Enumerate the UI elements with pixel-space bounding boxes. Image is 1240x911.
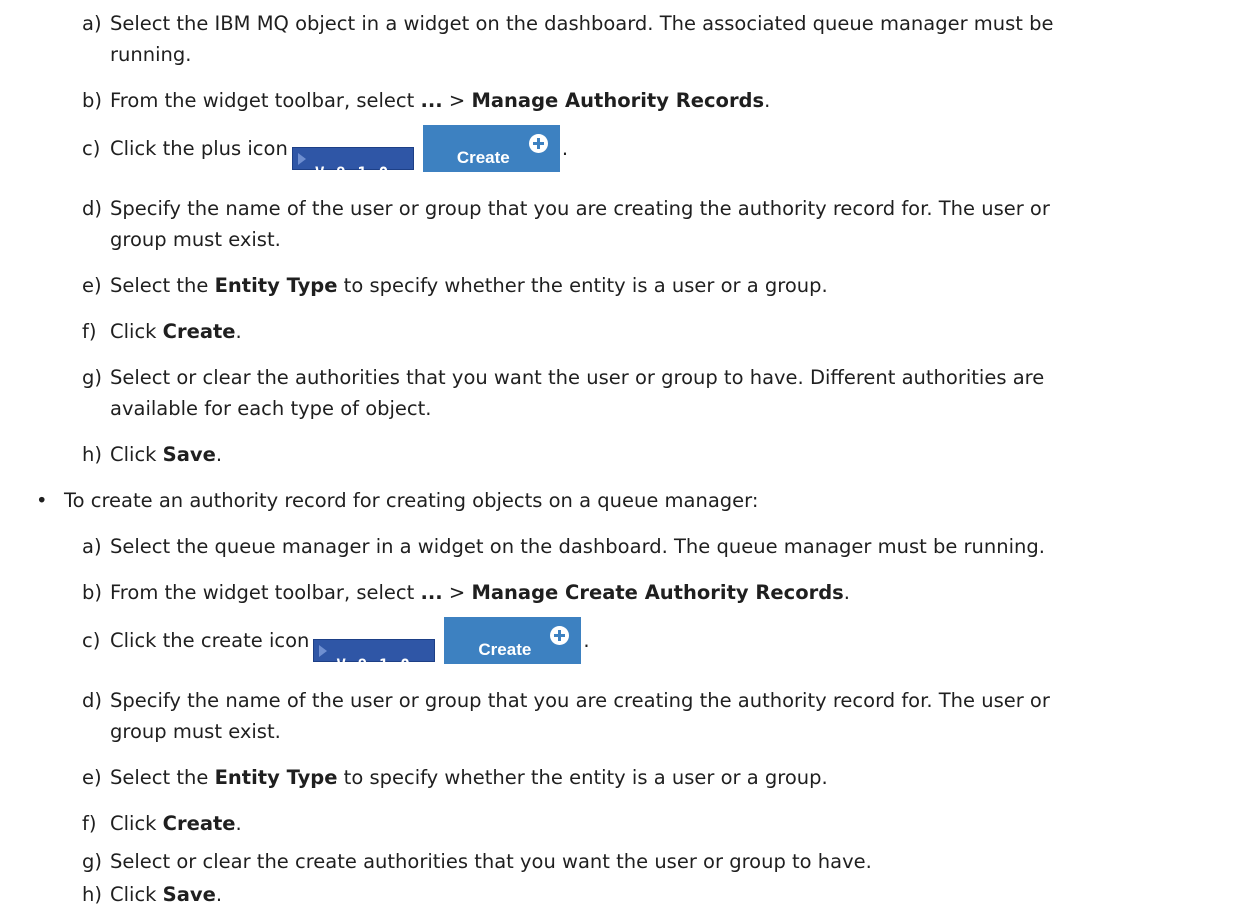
create-button[interactable]: Create (444, 617, 582, 664)
step-1c: c) Click the plus icon V 9.1.0 Create . (82, 125, 1232, 182)
step-text: Select the (110, 766, 215, 789)
bullet-text: To create an authority record for creati… (64, 489, 759, 512)
step-letter: a) (82, 535, 102, 558)
play-triangle-icon (297, 153, 306, 165)
plus-circle-icon (550, 626, 570, 645)
step-text: Click (110, 443, 163, 466)
version-badge: V 9.1.0 (313, 639, 436, 674)
separator: > (442, 89, 472, 112)
button-name: Create (162, 320, 236, 343)
punctuation: . (583, 629, 590, 652)
document-page: a) Select the IBM MQ object in a widget o… (0, 0, 1240, 911)
menu-item-label: Manage Authority Records (471, 89, 765, 112)
inline-screenshot: V 9.1.0 Create . (291, 125, 768, 182)
step-letter: f) (82, 812, 97, 835)
step-2f: f) Click Create. (82, 808, 1232, 839)
step-letter: d) (82, 197, 102, 220)
punctuation: . (843, 581, 850, 604)
version-badge: V 9.1.0 (291, 147, 414, 182)
button-name: Save (162, 443, 216, 466)
step-2a: a) Select the queue manager in a widget o… (82, 531, 1232, 562)
ellipsis-menu-label: ... (420, 581, 443, 604)
step-letter: b) (82, 89, 102, 112)
step-1f: f) Click Create. (82, 316, 1232, 347)
punctuation: . (215, 443, 223, 466)
step-2g: g) Select or clear the create authorities… (82, 846, 1232, 877)
step-2c: c) Click the create icon V 9.1.0 Create . (82, 617, 1232, 674)
step-text: Select or clear the create authorities t… (110, 850, 872, 873)
step-text: Select the IBM MQ object in a widget on … (110, 12, 1054, 35)
inline-screenshot: V 9.1.0 Create . (313, 617, 789, 674)
bullet-dot: • (36, 489, 48, 512)
step-letter: g) (82, 366, 102, 389)
plus-circle-icon (528, 134, 548, 153)
menu-item-label: Manage Create Authority Records (471, 581, 844, 604)
step-text: Select or clear the authorities that you… (110, 366, 1045, 389)
step-text: Select the (110, 274, 215, 297)
step-letter: h) (82, 883, 102, 906)
step-letter: e) (82, 274, 102, 297)
step-text: Specify the name of the user or group th… (110, 197, 1050, 220)
field-name: Entity Type (214, 274, 338, 297)
step-letter: c) (82, 137, 101, 160)
step-1e: e) Select the Entity Type to specify whet… (82, 270, 1232, 301)
separator: > (442, 581, 472, 604)
version-label: V 9.1.0 (314, 163, 390, 182)
play-triangle-icon (319, 645, 328, 657)
step-letter: h) (82, 443, 102, 466)
punctuation: . (235, 320, 242, 343)
create-button[interactable]: Create (422, 125, 560, 172)
step-1a: a) Select the IBM MQ object in a widget o… (82, 8, 1232, 70)
step-text-continued: available for each type of object. (110, 397, 432, 420)
step-1d: d) Specify the name of the user or group … (82, 193, 1232, 255)
step-letter: f) (82, 320, 97, 343)
create-button-label: Create (478, 640, 532, 659)
button-name: Save (162, 883, 216, 906)
punctuation: . (764, 89, 771, 112)
punctuation: . (235, 812, 242, 835)
step-text: to specify whether the entity is a user … (337, 766, 828, 789)
step-text-continued: running. (110, 43, 192, 66)
punctuation: . (215, 883, 223, 906)
ellipsis-menu-label: ... (420, 89, 443, 112)
step-2d: d) Specify the name of the user or group … (82, 685, 1232, 747)
step-text: Click (110, 812, 163, 835)
step-text: From the widget toolbar, select (110, 89, 421, 112)
step-letter: g) (82, 850, 102, 873)
punctuation: . (561, 137, 569, 160)
step-letter: a) (82, 12, 102, 35)
step-text: Specify the name of the user or group th… (110, 689, 1050, 712)
version-label: V 9.1.0 (336, 655, 411, 674)
create-button-label: Create (456, 148, 510, 167)
step-text-continued: group must exist. (110, 228, 281, 251)
step-text: Click (110, 320, 163, 343)
step-2b: b) From the widget toolbar, select ... > … (82, 577, 1232, 608)
field-name: Entity Type (214, 766, 338, 789)
step-letter: b) (82, 581, 102, 604)
step-letter: c) (82, 629, 101, 652)
step-letter: e) (82, 766, 102, 789)
step-1g: g) Select or clear the authorities that y… (82, 362, 1232, 424)
step-text: Click the create icon (110, 629, 310, 652)
step-2e: e) Select the Entity Type to specify whet… (82, 762, 1232, 793)
step-text: Select the queue manager in a widget on … (110, 535, 1045, 558)
bullet-item: • To create an authority record for creat… (36, 485, 758, 516)
step-text: Click (110, 883, 163, 906)
step-2h: h) Click Save. (82, 879, 1232, 910)
step-1h: h) Click Save. (82, 439, 1232, 470)
button-name: Create (162, 812, 236, 835)
step-text: Click the plus icon (110, 137, 288, 160)
step-text: to specify whether the entity is a user … (337, 274, 828, 297)
step-text-continued: group must exist. (110, 720, 281, 743)
step-letter: d) (82, 689, 102, 712)
step-1b: b) From the widget toolbar, select ... > … (82, 85, 1232, 116)
step-text: From the widget toolbar, select (110, 581, 421, 604)
